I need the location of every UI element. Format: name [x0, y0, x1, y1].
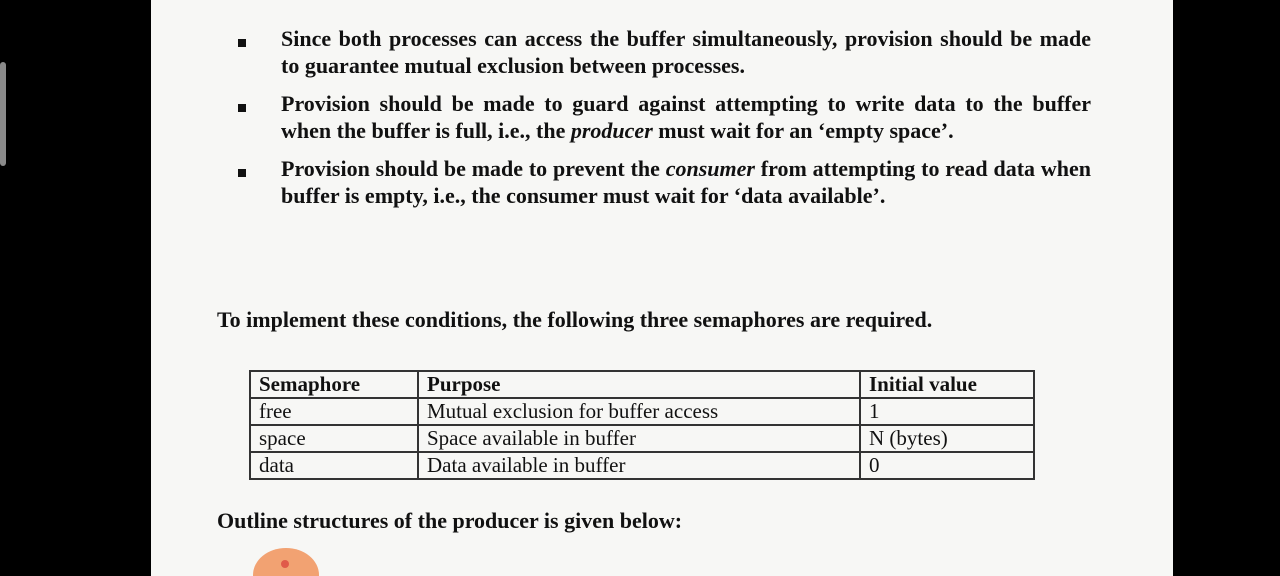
- purpose-cell: Space available in buffer: [417, 424, 861, 453]
- semaphore-cell: data: [249, 451, 419, 480]
- bullet-mark-icon: [238, 104, 246, 112]
- purpose-cell: Data available in buffer: [417, 451, 861, 480]
- bullet-text-start: Provision should be made to prevent the: [281, 156, 666, 181]
- bullet-item: Since both processes can access the buff…: [231, 26, 1091, 79]
- initial-value-cell: N (bytes): [859, 424, 1035, 453]
- initial-value-cell: 0: [859, 451, 1035, 480]
- document-page: Since both processes can access the buff…: [151, 0, 1173, 576]
- bullet-text-end: must wait for an ‘empty space’.: [652, 117, 954, 143]
- scrollbar[interactable]: [0, 62, 6, 166]
- intro-paragraph: To implement these conditions, the follo…: [217, 307, 933, 332]
- bullet-item: Provision should be made to guard agains…: [231, 91, 1091, 144]
- bullet-item: Provision should be made to prevent the …: [231, 156, 1091, 209]
- table-header-row: Semaphore Purpose Initial value: [249, 370, 1035, 399]
- column-header-semaphore: Semaphore: [249, 370, 419, 399]
- semaphore-table: Semaphore Purpose Initial value free Mut…: [249, 370, 1035, 480]
- table-row: data Data available in buffer 0: [249, 451, 1035, 480]
- semaphore-cell: space: [249, 424, 419, 453]
- bullet-list: Since both processes can access the buff…: [231, 26, 1091, 221]
- table-row: space Space available in buffer N (bytes…: [249, 424, 1035, 453]
- semaphore-cell: free: [249, 397, 419, 426]
- bullet-emphasis: producer: [570, 117, 653, 143]
- bullet-mark-icon: [238, 169, 246, 177]
- outline-paragraph: Outline structures of the producer is gi…: [217, 508, 683, 533]
- bullet-mark-icon: [238, 39, 246, 47]
- bullet-text: Since both processes can access the buff…: [281, 26, 1091, 78]
- column-header-purpose: Purpose: [417, 370, 861, 399]
- initial-value-cell: 1: [859, 397, 1035, 426]
- purpose-cell: Mutual exclusion for buffer access: [417, 397, 861, 426]
- bullet-emphasis: consumer: [665, 156, 755, 181]
- floating-action-icon[interactable]: [253, 548, 319, 576]
- table-row: free Mutual exclusion for buffer access …: [249, 397, 1035, 426]
- column-header-initial-value: Initial value: [859, 370, 1035, 399]
